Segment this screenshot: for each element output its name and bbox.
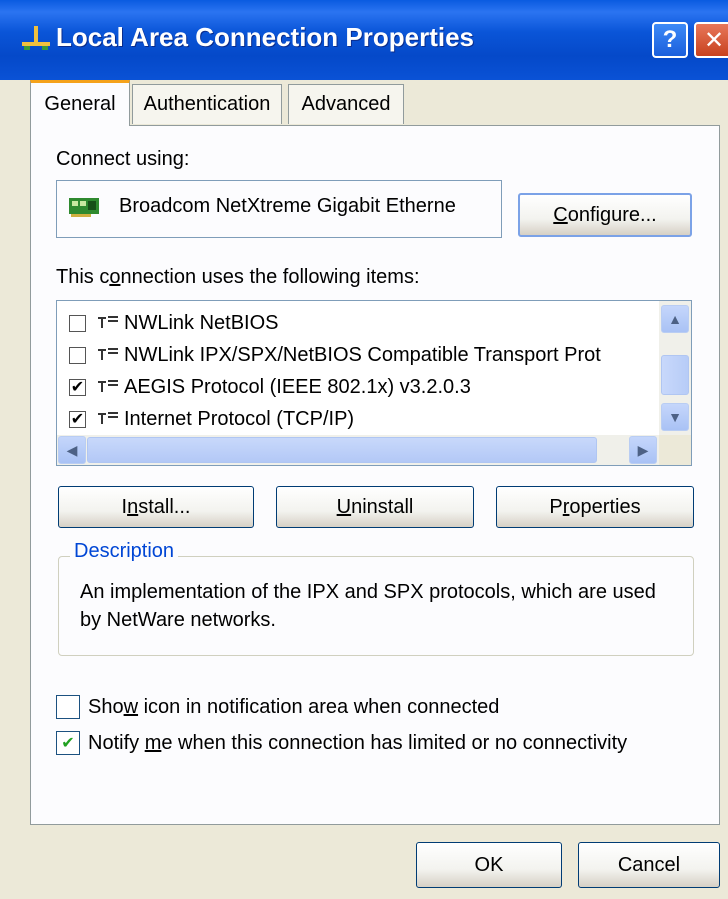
tab-authentication[interactable]: Authentication — [132, 84, 282, 124]
network-adapter-icon — [69, 198, 99, 217]
chevron-left-icon: ◀ — [66, 441, 78, 458]
notify-option[interactable]: ✔ Notify me when this connection has lim… — [56, 728, 627, 758]
description-text: An implementation of the IPX and SPX pro… — [80, 581, 656, 631]
item-label: AEGIS Protocol (IEEE 802.1x) v3.2.0.3 — [124, 375, 471, 398]
tab-general[interactable]: General — [30, 80, 130, 126]
scroll-right-button[interactable]: ▶ — [629, 436, 657, 464]
check-icon: ✔ — [61, 735, 75, 752]
item-checkbox[interactable]: ✔ — [69, 378, 86, 396]
chevron-down-icon: ▼ — [668, 409, 682, 425]
item-label: Internet Protocol (TCP/IP) — [124, 407, 355, 430]
chevron-up-icon: ▲ — [668, 311, 682, 327]
item-label: NWLink NetBIOS — [124, 311, 279, 334]
protocol-icon — [98, 380, 118, 392]
item-checkbox[interactable] — [69, 346, 86, 364]
check-icon: ✔ — [70, 411, 85, 428]
list-item[interactable]: ✔ AEGIS Protocol (IEEE 802.1x) v3.2.0.3 — [69, 371, 471, 403]
title-bar[interactable]: Local Area Connection Properties ? ✕ — [0, 0, 728, 80]
protocol-icon — [98, 316, 118, 328]
show-icon-checkbox[interactable] — [56, 695, 80, 719]
protocol-icon — [98, 348, 118, 360]
item-label: NWLink IPX/SPX/NetBIOS Compatible Transp… — [124, 343, 601, 366]
chevron-right-icon: ▶ — [637, 441, 649, 458]
help-button[interactable]: ? — [652, 22, 688, 58]
configure-button-label: Configure... — [553, 203, 657, 226]
tab-advanced[interactable]: Advanced — [288, 84, 404, 124]
uninstall-button-label: Uninstall — [336, 495, 414, 518]
list-item[interactable]: NWLink IPX/SPX/NetBIOS Compatible Transp… — [69, 339, 601, 371]
scroll-left-button[interactable]: ◀ — [58, 436, 86, 464]
close-icon: ✕ — [703, 26, 725, 54]
cancel-button-label: Cancel — [617, 853, 681, 876]
tab-general-label: General — [44, 93, 116, 115]
show-icon-option[interactable]: Show icon in notification area when conn… — [56, 692, 499, 722]
ok-button[interactable]: OK — [416, 842, 562, 888]
network-connection-icon — [22, 26, 50, 50]
item-checkbox[interactable] — [69, 314, 86, 332]
install-button[interactable]: Install... — [58, 486, 254, 528]
vertical-scroll-thumb[interactable] — [661, 355, 689, 395]
list-item[interactable]: NWLink NetBIOS — [69, 307, 278, 339]
scrollbar-corner — [659, 435, 691, 465]
connect-using-label: Connect using: — [56, 148, 190, 170]
list-item[interactable]: ✔ Internet Protocol (TCP/IP) — [69, 403, 354, 435]
scroll-down-button[interactable]: ▼ — [661, 403, 689, 431]
protocol-icon — [98, 412, 118, 424]
properties-button[interactable]: Properties — [496, 486, 694, 528]
configure-button[interactable]: Configure... — [518, 193, 692, 237]
properties-button-label: Properties — [549, 495, 641, 518]
components-list[interactable]: NWLink NetBIOS NWLink IPX/SPX/NetBIOS Co… — [56, 300, 692, 466]
vertical-scrollbar[interactable]: ▲ ▼ — [659, 301, 691, 435]
ok-button-label: OK — [474, 853, 504, 876]
horizontal-scroll-thumb[interactable] — [87, 437, 597, 463]
tab-authentication-label: Authentication — [143, 93, 271, 115]
notify-checkbox[interactable]: ✔ — [56, 731, 80, 755]
items-label: This connection uses the following items… — [56, 266, 420, 288]
window-title: Local Area Connection Properties — [56, 22, 475, 52]
scroll-up-button[interactable]: ▲ — [661, 305, 689, 333]
help-icon: ? — [662, 26, 678, 53]
item-checkbox[interactable]: ✔ — [69, 410, 86, 428]
adapter-box: Broadcom NetXtreme Gigabit Etherne — [56, 180, 502, 238]
adapter-name: Broadcom NetXtreme Gigabit Etherne — [119, 195, 456, 217]
cancel-button[interactable]: Cancel — [578, 842, 720, 888]
tab-advanced-label: Advanced — [301, 93, 391, 115]
check-icon: ✔ — [70, 379, 85, 396]
horizontal-scrollbar[interactable]: ◀ ▶ — [57, 435, 659, 465]
uninstall-button[interactable]: Uninstall — [276, 486, 474, 528]
show-icon-label: Show icon in notification area when conn… — [88, 695, 500, 718]
close-button[interactable]: ✕ — [694, 22, 728, 58]
notify-label: Notify me when this connection has limit… — [88, 731, 628, 754]
description-title: Description — [70, 540, 179, 563]
install-button-label: Install... — [121, 495, 191, 518]
